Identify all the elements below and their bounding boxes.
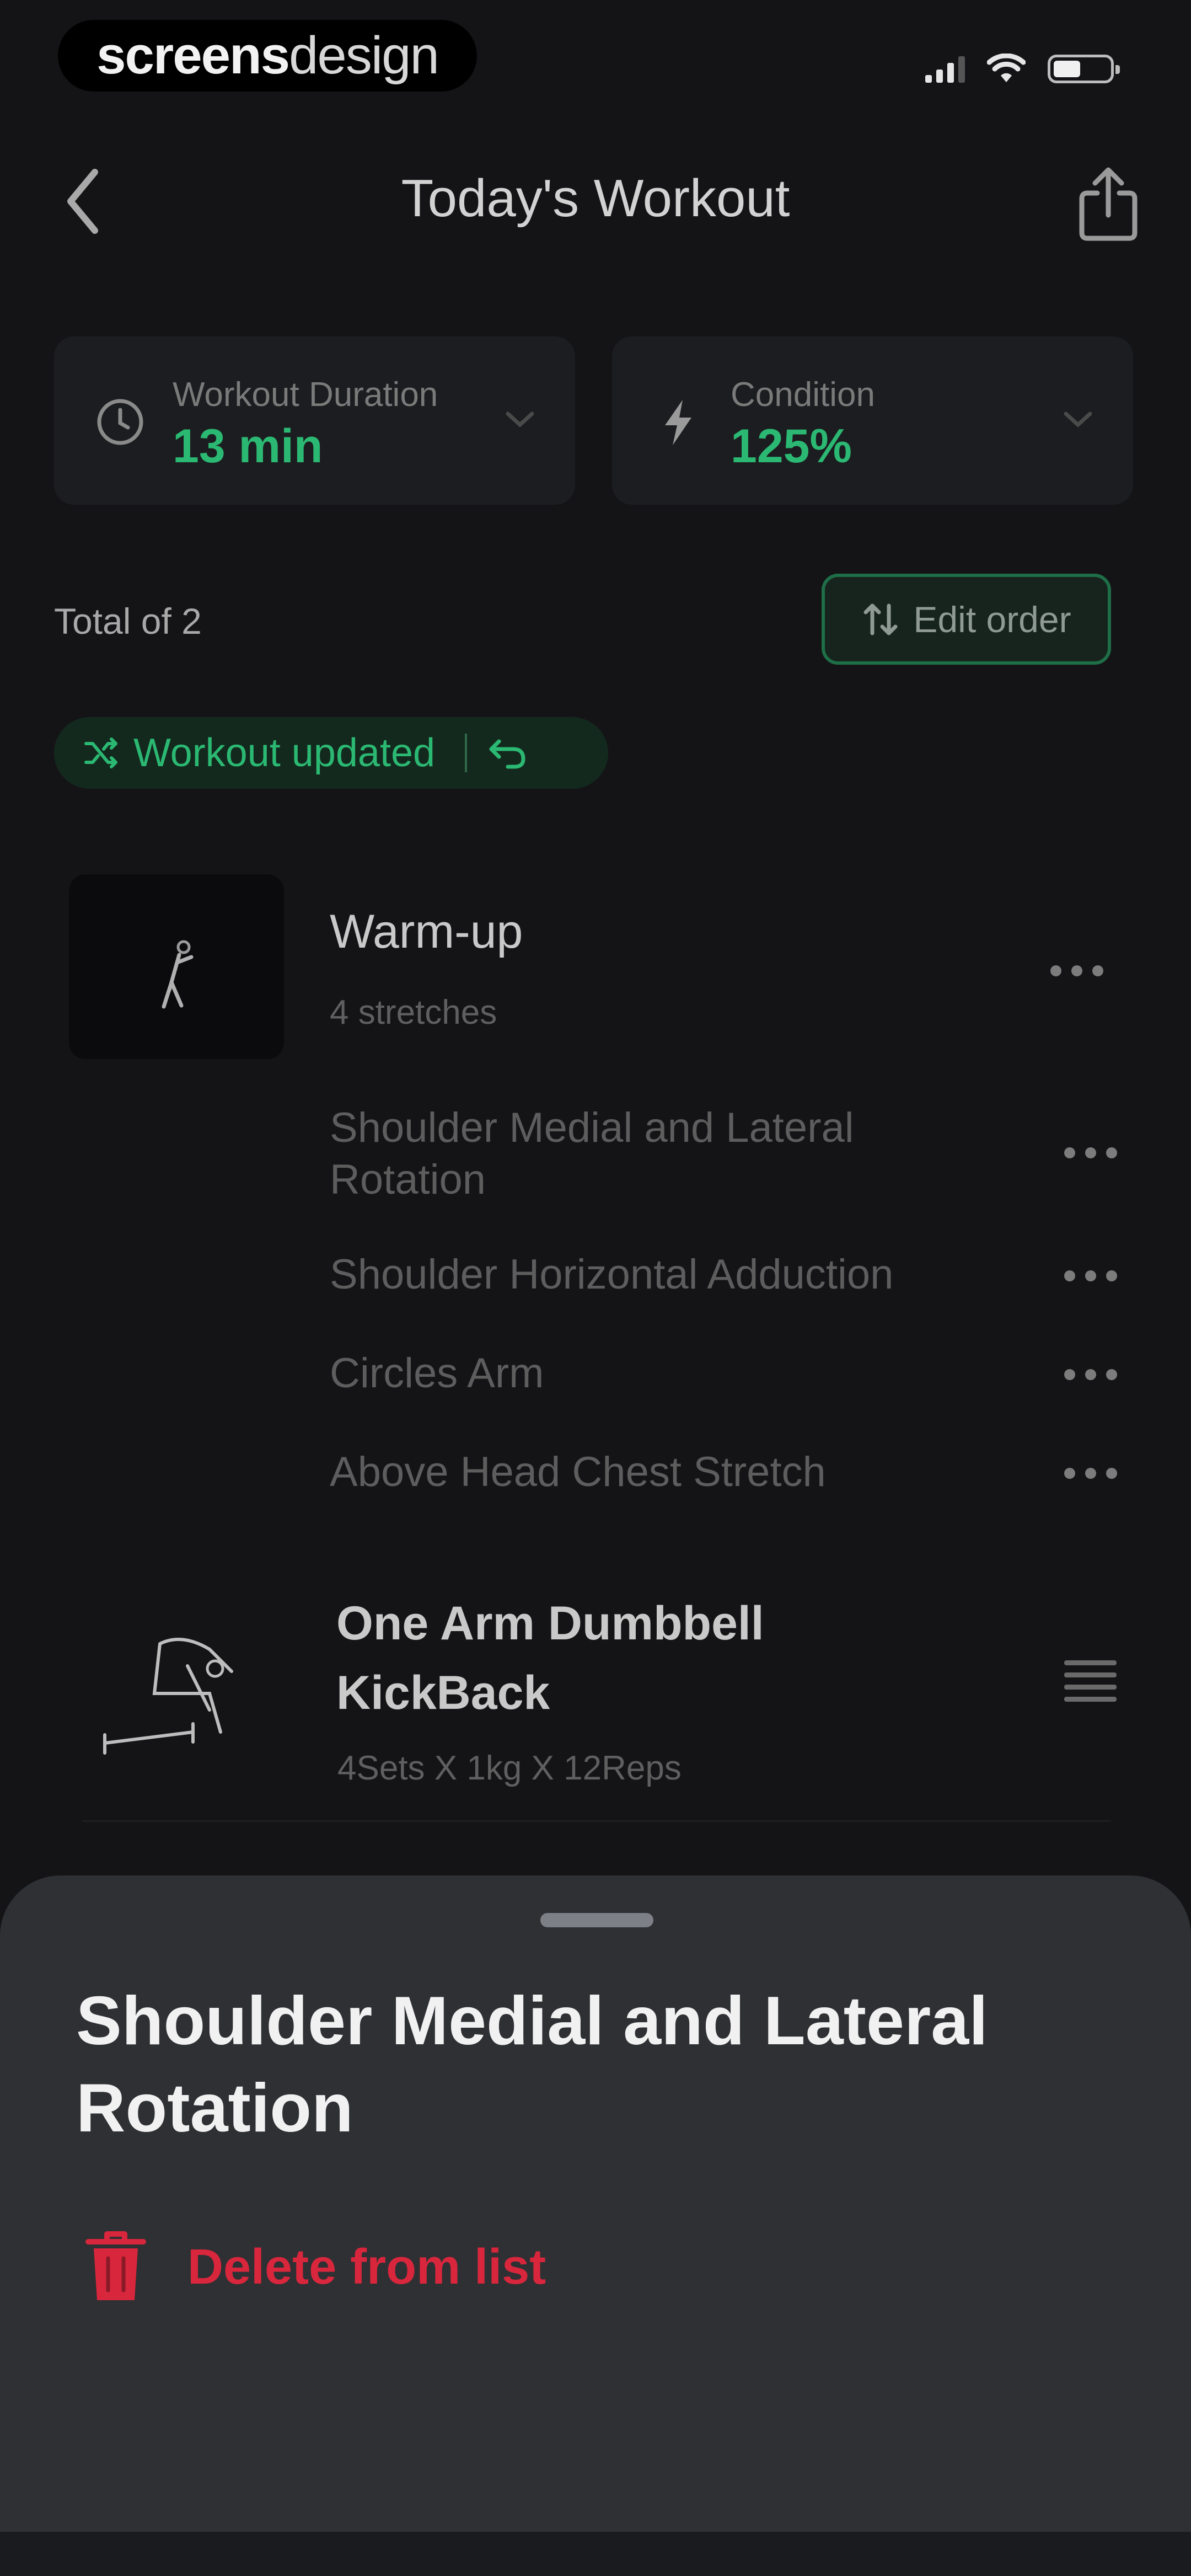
exercise-subtitle: 4Sets X 1kg X 12Reps xyxy=(337,1749,682,1787)
brand-light: design xyxy=(289,26,439,85)
clock-icon xyxy=(97,399,143,445)
more-options-icon[interactable] xyxy=(1064,1366,1130,1383)
status-icons xyxy=(925,47,1120,91)
list-divider xyxy=(83,1820,1111,1822)
stretch-figure-icon xyxy=(162,940,194,1009)
trash-icon xyxy=(85,2231,146,2300)
delete-from-list-button[interactable]: Delete from list xyxy=(83,2228,546,2306)
delete-label: Delete from list xyxy=(187,2239,546,2295)
edit-order-button[interactable]: Edit order xyxy=(822,574,1111,665)
exercise-title: One Arm Dumbbell KickBack xyxy=(336,1597,764,1719)
banner-divider xyxy=(465,734,468,772)
condition-card[interactable]: Condition 125% xyxy=(612,336,1133,505)
more-options-icon[interactable] xyxy=(1064,1145,1130,1161)
signal-icon xyxy=(925,55,965,83)
workout-updated-text: Workout updated xyxy=(133,731,436,775)
undo-icon[interactable] xyxy=(486,734,530,772)
sort-icon xyxy=(863,603,898,635)
more-options-icon[interactable] xyxy=(1064,1268,1130,1284)
condition-label: Condition xyxy=(731,376,875,414)
workout-duration-card[interactable]: Workout Duration 13 min xyxy=(54,336,575,505)
brand-logo: screens design xyxy=(58,20,477,92)
duration-label: Workout Duration xyxy=(173,376,438,414)
stretch-item[interactable]: Circles Arm xyxy=(330,1348,953,1399)
warmup-title: Warm-up xyxy=(330,905,523,958)
edit-order-label: Edit order xyxy=(913,598,1071,640)
lightning-icon xyxy=(665,400,691,445)
warmup-subtitle: 4 stretches xyxy=(330,993,497,1032)
workout-updated-banner: Workout updated xyxy=(54,717,608,789)
battery-icon xyxy=(1048,55,1120,83)
chevron-down-icon xyxy=(1064,411,1092,427)
chevron-down-icon xyxy=(506,411,534,427)
brand-bold: screens xyxy=(96,26,290,85)
more-options-icon[interactable] xyxy=(1050,963,1117,979)
home-indicator-area xyxy=(0,2532,1191,2576)
share-icon[interactable] xyxy=(1075,165,1141,243)
total-count: Total of 2 xyxy=(54,601,202,642)
drag-handle-icon[interactable] xyxy=(1064,1660,1117,1702)
shuffle-icon xyxy=(84,737,117,768)
stretch-item[interactable]: Above Head Chest Stretch xyxy=(330,1446,953,1498)
bottom-sheet xyxy=(0,1875,1191,2532)
exercise-thumbnail xyxy=(103,1638,233,1755)
condition-value: 125% xyxy=(731,420,852,473)
duration-value: 13 min xyxy=(173,420,323,473)
more-options-icon[interactable] xyxy=(1064,1465,1130,1482)
wifi-icon xyxy=(987,54,1026,82)
warmup-thumbnail xyxy=(69,874,284,1059)
stretch-item[interactable]: Shoulder Medial and Lateral Rotation xyxy=(330,1102,953,1206)
sheet-grabber[interactable] xyxy=(540,1913,653,1927)
sheet-title: Shoulder Medial and Lateral Rotation xyxy=(76,1983,988,2146)
stretch-item[interactable]: Shoulder Horizontal Adduction xyxy=(330,1249,953,1301)
page-title: Today's Workout xyxy=(401,169,790,228)
